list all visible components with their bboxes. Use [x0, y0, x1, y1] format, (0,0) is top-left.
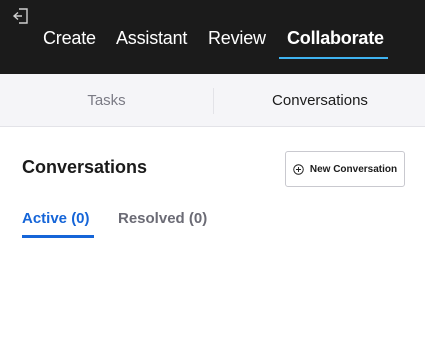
- sub-tab-bar: Tasks Conversations: [0, 74, 425, 127]
- subtab-divider: [213, 88, 214, 114]
- exit-icon[interactable]: [12, 7, 30, 25]
- subtab-conversations[interactable]: Conversations: [215, 74, 425, 127]
- nav-tab-collaborate[interactable]: Collaborate: [287, 27, 384, 51]
- new-conversation-button[interactable]: New Conversation: [285, 151, 405, 187]
- filter-tab-resolved[interactable]: Resolved (0): [118, 210, 207, 227]
- top-nav-bar: Create Assistant Review Collaborate: [0, 0, 425, 74]
- plus-circle-icon: [293, 163, 304, 175]
- filter-active-underline: [22, 235, 94, 238]
- filter-tab-active[interactable]: Active (0): [22, 210, 90, 227]
- nav-tab-assistant[interactable]: Assistant: [116, 27, 187, 51]
- nav-tab-create[interactable]: Create: [43, 27, 96, 51]
- new-conversation-label: New Conversation: [309, 163, 398, 175]
- subtab-tasks[interactable]: Tasks: [0, 74, 213, 127]
- nav-active-underline: [279, 57, 388, 59]
- conversations-title: Conversations: [22, 157, 148, 177]
- nav-tab-review[interactable]: Review: [208, 27, 266, 51]
